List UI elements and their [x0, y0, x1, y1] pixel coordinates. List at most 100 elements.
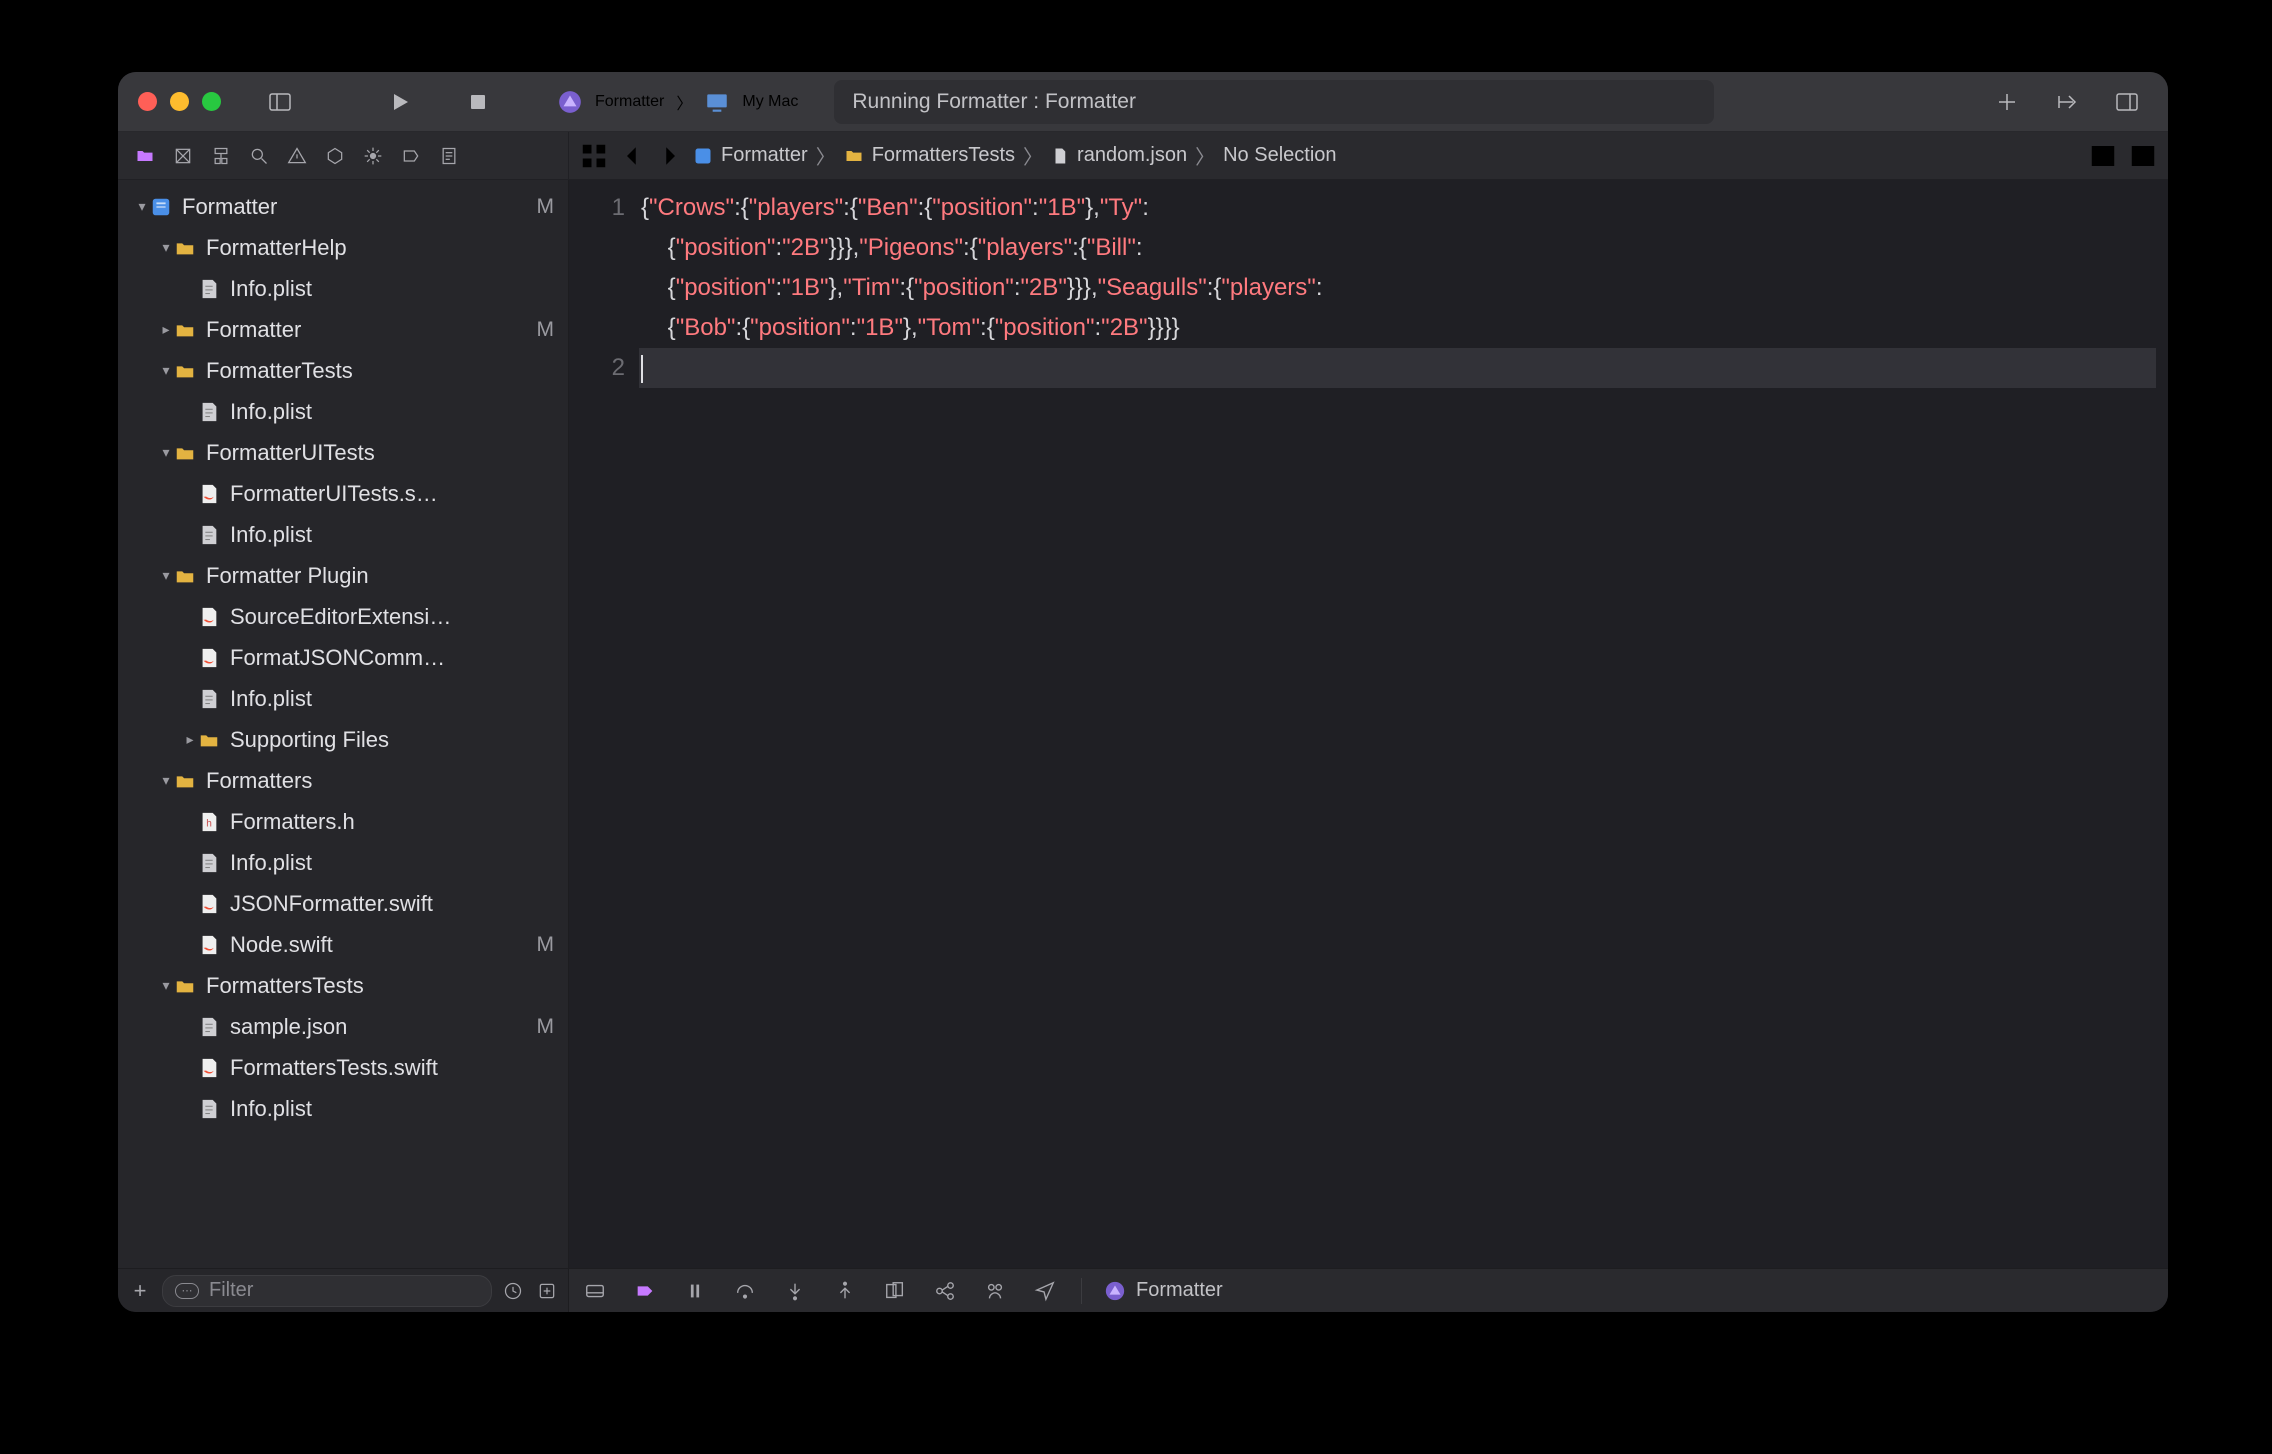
jump-bar: Formatter 〉 FormattersTests 〉 random.jso…: [569, 132, 2168, 179]
breakpoint-navigator-icon[interactable]: [396, 141, 426, 171]
minimize-button[interactable]: [170, 92, 189, 111]
run-button[interactable]: [379, 81, 421, 123]
source-control-navigator-icon[interactable]: [168, 141, 198, 171]
add-button[interactable]: [1986, 81, 2028, 123]
memory-graph-icon[interactable]: [931, 1277, 959, 1305]
step-into-icon[interactable]: [781, 1277, 809, 1305]
step-over-icon[interactable]: [731, 1277, 759, 1305]
tree-row[interactable]: Info.plist: [118, 514, 568, 555]
tree-row[interactable]: Info.plist: [118, 678, 568, 719]
tree-row[interactable]: hFormatters.h: [118, 801, 568, 842]
toggle-right-panel-icon[interactable]: [2106, 81, 2148, 123]
titlebar: Formatter 〉 My Mac Running Formatter : F…: [118, 72, 2168, 132]
tree-row[interactable]: FormatJSONComm…: [118, 637, 568, 678]
chevron-down-icon[interactable]: ▾: [158, 977, 174, 994]
scm-filter-icon[interactable]: [534, 1278, 560, 1304]
process-selector[interactable]: Formatter: [1104, 1279, 1223, 1302]
add-editor-icon[interactable]: [2128, 141, 2158, 171]
nav-row: Formatter 〉 FormattersTests 〉 random.jso…: [118, 132, 2168, 180]
code-area[interactable]: 12 {"Crows":{"players":{"Ben":{"position…: [569, 180, 2168, 1268]
recent-filter-icon[interactable]: [500, 1278, 526, 1304]
chevron-down-icon[interactable]: ▾: [158, 239, 174, 256]
tree-row[interactable]: ▾FormattersTests: [118, 965, 568, 1006]
crumb-project[interactable]: Formatter: [693, 144, 808, 167]
folder-icon: [174, 442, 196, 464]
folder-icon: [174, 237, 196, 259]
tree-row[interactable]: Info.plist: [118, 268, 568, 309]
tree-row[interactable]: Info.plist: [118, 391, 568, 432]
tree-row-label: sample.json: [230, 1014, 529, 1040]
tree-row[interactable]: ▾FormatterHelp: [118, 227, 568, 268]
back-button[interactable]: [617, 141, 647, 171]
tree-row[interactable]: ▸Supporting Files: [118, 719, 568, 760]
forward-button[interactable]: [655, 141, 685, 171]
folder-icon: [174, 975, 196, 997]
tree-row[interactable]: Node.swiftM: [118, 924, 568, 965]
activity-viewer[interactable]: Running Formatter : Formatter: [834, 80, 1714, 124]
crumb-file-label: random.json: [1077, 144, 1187, 167]
chevron-down-icon[interactable]: ▾: [158, 567, 174, 584]
symbol-navigator-icon[interactable]: [206, 141, 236, 171]
chevron-right-icon[interactable]: ▸: [158, 321, 174, 338]
report-navigator-icon[interactable]: [434, 141, 464, 171]
hide-debug-area-icon[interactable]: [581, 1277, 609, 1305]
tree-row-label: FormatJSONComm…: [230, 645, 554, 671]
tree-row-label: Formatter: [182, 194, 529, 220]
code-content[interactable]: {"Crows":{"players":{"Ben":{"position":"…: [639, 180, 2168, 1268]
chevron-down-icon[interactable]: ▾: [158, 444, 174, 461]
plist-icon: [198, 1098, 220, 1120]
project-navigator-icon[interactable]: [130, 141, 160, 171]
environment-overrides-icon[interactable]: [981, 1277, 1009, 1305]
chevron-down-icon[interactable]: ▾: [134, 198, 150, 215]
location-icon[interactable]: [1031, 1277, 1059, 1305]
find-navigator-icon[interactable]: [244, 141, 274, 171]
project-icon: [150, 196, 172, 218]
chevron-right-icon[interactable]: ▸: [182, 731, 198, 748]
tree-row[interactable]: FormattersTests.swift: [118, 1047, 568, 1088]
chevron-down-icon[interactable]: ▾: [158, 362, 174, 379]
zoom-button[interactable]: [202, 92, 221, 111]
tree-row[interactable]: ▾ Formatters: [118, 760, 568, 801]
tree-row[interactable]: Info.plist: [118, 842, 568, 883]
debug-navigator-icon[interactable]: [358, 141, 388, 171]
file-tree[interactable]: ▾FormatterM▾FormatterHelpInfo.plist▸Form…: [118, 180, 568, 1268]
tree-row[interactable]: ▾Formatter Plugin: [118, 555, 568, 596]
crumb-file[interactable]: random.json: [1051, 144, 1187, 167]
tree-row-label: Info.plist: [230, 522, 554, 548]
chevron-right-icon: 〉: [1195, 141, 1215, 170]
chevron-down-icon[interactable]: ▾: [158, 772, 174, 789]
crumb-selection[interactable]: No Selection: [1223, 144, 1336, 167]
related-items-icon[interactable]: [579, 141, 609, 171]
tree-row[interactable]: sample.jsonM: [118, 1006, 568, 1047]
filter-input[interactable]: ⋯ Filter: [162, 1275, 492, 1307]
close-button[interactable]: [138, 92, 157, 111]
swift-icon: [198, 483, 220, 505]
scheme-selector[interactable]: Formatter 〉 My Mac: [557, 89, 798, 115]
tree-row[interactable]: JSONFormatter.swift: [118, 883, 568, 924]
tree-row[interactable]: FormatterUITests.s…: [118, 473, 568, 514]
breakpoints-toggle-icon[interactable]: [631, 1277, 659, 1305]
scm-badge: M: [537, 195, 555, 219]
add-file-button[interactable]: +: [126, 1278, 154, 1304]
minimap-icon[interactable]: [2048, 141, 2078, 171]
issue-navigator-icon[interactable]: [282, 141, 312, 171]
pause-icon[interactable]: [681, 1277, 709, 1305]
tree-row[interactable]: SourceEditorExtensi…: [118, 596, 568, 637]
view-debugger-icon[interactable]: [881, 1277, 909, 1305]
crumb-folder[interactable]: FormattersTests: [844, 144, 1015, 167]
stop-button[interactable]: [457, 81, 499, 123]
toggle-left-panel-icon[interactable]: [259, 81, 301, 123]
test-navigator-icon[interactable]: [320, 141, 350, 171]
step-out-icon[interactable]: [831, 1277, 859, 1305]
tree-row[interactable]: Info.plist: [118, 1088, 568, 1129]
library-button[interactable]: [2046, 81, 2088, 123]
tree-row[interactable]: ▾ FormatterUITests: [118, 432, 568, 473]
crumb-project-label: Formatter: [721, 144, 808, 167]
tree-row[interactable]: ▸FormatterM: [118, 309, 568, 350]
tree-row[interactable]: ▾ Formatter M: [118, 186, 568, 227]
tree-row-label: Formatters: [206, 768, 554, 794]
tree-row[interactable]: ▾FormatterTests: [118, 350, 568, 391]
adjust-editor-icon[interactable]: [2088, 141, 2118, 171]
tree-row-label: FormatterUITests: [206, 440, 554, 466]
destination-icon: [704, 89, 730, 115]
